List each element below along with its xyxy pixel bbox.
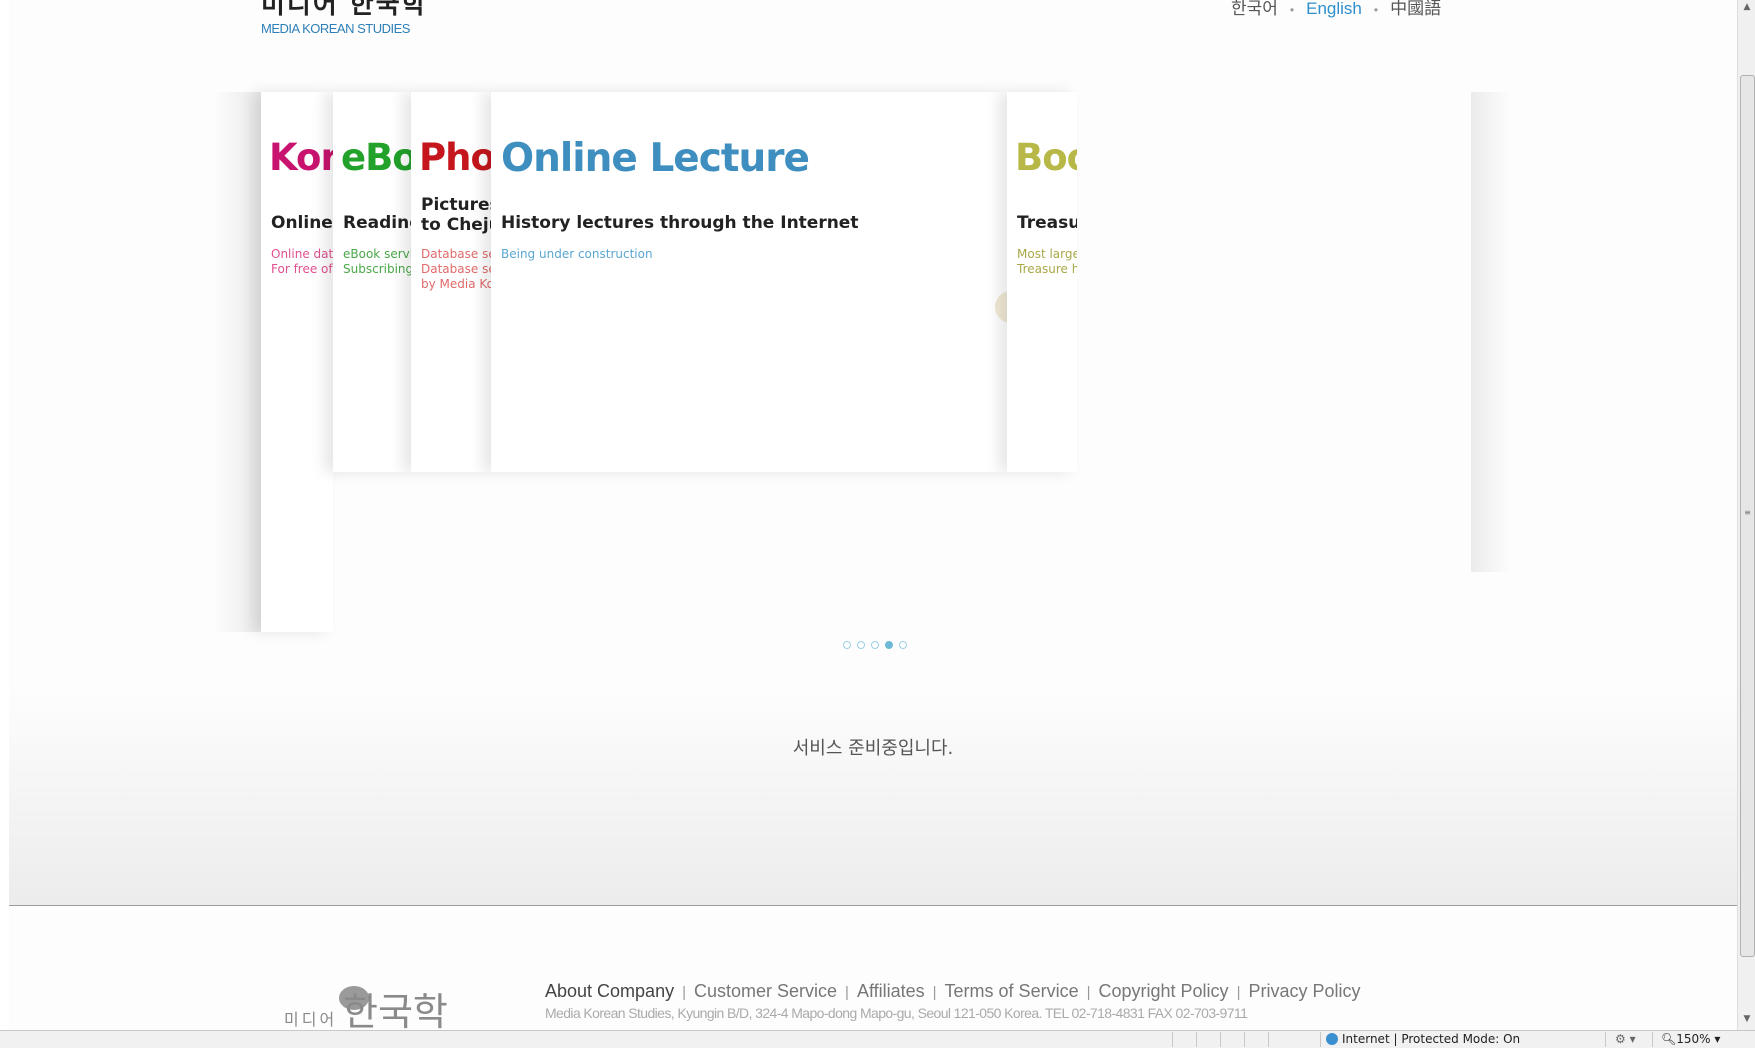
slider-dot-3[interactable] xyxy=(871,641,879,649)
panel-description: Being under construction xyxy=(501,247,653,261)
footer-link-about-company[interactable]: About Company xyxy=(545,981,674,1001)
service-slider: Kor Online s Online data For free of p e… xyxy=(213,92,1511,652)
panel-subtitle: History lectures through the Internet xyxy=(501,213,859,233)
logo-korean: 미디어 한국학 xyxy=(261,0,428,20)
footer-divider: | xyxy=(845,984,849,1001)
footer-links: About Company | Customer Service | Affiliate… xyxy=(545,981,1361,1002)
panel-title: Kor xyxy=(269,136,333,179)
footer-divider: | xyxy=(1236,984,1241,1001)
panel-subtitle: Online s xyxy=(271,213,333,233)
panel-subtitle: Treasu xyxy=(1017,213,1077,233)
status-divider xyxy=(1220,1032,1221,1047)
footer-divider: | xyxy=(682,984,686,1001)
zoom-icon: 🔍︎ xyxy=(1661,1032,1677,1046)
zoom-control[interactable]: 🔍︎150% ▾ xyxy=(1661,1031,1720,1048)
slider-panel-book[interactable]: Boo Treasu Most large Treasure h xyxy=(1007,92,1077,472)
status-divider xyxy=(1320,1032,1321,1047)
service-notice: 서비스 준비중입니다. xyxy=(792,738,954,759)
status-divider xyxy=(1268,1032,1269,1047)
protected-mode-tools-icon[interactable]: ⚙ ▾ xyxy=(1615,1031,1636,1048)
slider-shadow-right xyxy=(1471,92,1511,572)
scroll-down-arrow-icon[interactable]: ▼ xyxy=(1738,1012,1755,1026)
footer-link-terms-of-service[interactable]: Terms of Service xyxy=(945,981,1079,1001)
panel-subtitle: Pictures to Cheju xyxy=(421,195,491,235)
logo-english: MEDIA KOREAN STUDIES xyxy=(261,21,410,36)
slider-panel-online-lecture[interactable]: Online Lecture History lectures through … xyxy=(491,92,1007,472)
scroll-thumb[interactable]: ≡ xyxy=(1740,75,1755,957)
lang-separator-1: • xyxy=(1289,3,1295,17)
slider-dot-4-active[interactable] xyxy=(885,641,893,649)
status-divider xyxy=(1196,1032,1197,1047)
scroll-grip-icon: ≡ xyxy=(1744,508,1751,517)
footer-address: Media Korean Studies, Kyungin B/D, 324-4… xyxy=(545,1005,1248,1021)
zoom-level: 150% xyxy=(1676,1032,1711,1046)
slider-dot-1[interactable] xyxy=(843,641,851,649)
panel-description: eBook servi Subscribing xyxy=(343,247,411,276)
panel-title: eBo xyxy=(341,136,411,179)
scroll-up-arrow-icon[interactable]: ▲ xyxy=(1738,0,1755,14)
footer-logo: 미디어 한국학 xyxy=(276,975,506,1030)
slider-panel-ebook[interactable]: eBo Reading eBook servi Subscribing xyxy=(333,92,411,472)
footer-link-customer-service[interactable]: Customer Service xyxy=(694,981,837,1001)
status-divider xyxy=(1605,1032,1606,1047)
panel-title: Pho xyxy=(419,136,491,179)
lang-english[interactable]: English xyxy=(1306,0,1362,18)
globe-icon xyxy=(1326,1033,1338,1045)
footer-logo-small: 미디어 xyxy=(284,1010,338,1029)
vertical-scrollbar[interactable]: ▲ ≡ ▼ xyxy=(1737,0,1755,1030)
footer-divider: | xyxy=(1086,984,1091,1001)
security-zone-label: Internet | Protected Mode: On xyxy=(1342,1032,1521,1046)
status-divider xyxy=(1172,1032,1173,1047)
slider-panel-korean[interactable]: Kor Online s Online data For free of p xyxy=(261,92,333,632)
slider-pagination xyxy=(843,641,907,649)
slider-panel-photo[interactable]: Pho Pictures to Cheju Database se Databa… xyxy=(411,92,491,472)
panel-subtitle: Reading xyxy=(343,213,411,233)
footer-link-copyright-policy[interactable]: Copyright Policy xyxy=(1099,981,1229,1001)
page: 미디어 한국학 MEDIA KOREAN STUDIES 한국어 • English… xyxy=(9,0,1737,1030)
lang-korean[interactable]: 한국어 xyxy=(1231,0,1278,18)
footer-link-affiliates[interactable]: Affiliates xyxy=(857,981,925,1001)
headphone-apple-icon xyxy=(995,291,1007,323)
panel-title: Online Lecture xyxy=(501,136,810,181)
slider-dot-5[interactable] xyxy=(899,641,907,649)
slider-dot-2[interactable] xyxy=(857,641,865,649)
status-divider xyxy=(1652,1032,1653,1047)
footer-link-privacy-policy[interactable]: Privacy Policy xyxy=(1248,981,1360,1001)
browser-status-bar: Internet | Protected Mode: On ⚙ ▾ 🔍︎150%… xyxy=(0,1030,1755,1048)
panel-description: Online data For free of p xyxy=(271,247,333,276)
chevron-down-icon: ▾ xyxy=(1714,1032,1721,1046)
panel-description: Database se Database se by Media Ko xyxy=(421,247,491,291)
slider-shadow-left xyxy=(213,92,261,632)
status-divider xyxy=(1244,1032,1245,1047)
site-logo[interactable]: 미디어 한국학 MEDIA KOREAN STUDIES xyxy=(261,0,441,40)
footer-divider: | xyxy=(932,984,937,1001)
lang-chinese[interactable]: 中國語 xyxy=(1390,0,1441,18)
panel-description: Most large Treasure h xyxy=(1017,247,1077,276)
footer-logo-big: 한국학 xyxy=(343,990,448,1030)
security-zone[interactable]: Internet | Protected Mode: On xyxy=(1326,1031,1520,1048)
language-selector: 한국어 • English • 中國語 xyxy=(1231,0,1441,19)
notice-section: 서비스 준비중입니다. xyxy=(9,690,1737,906)
panel-title: Boo xyxy=(1015,136,1077,179)
lang-separator-2: • xyxy=(1373,3,1379,17)
